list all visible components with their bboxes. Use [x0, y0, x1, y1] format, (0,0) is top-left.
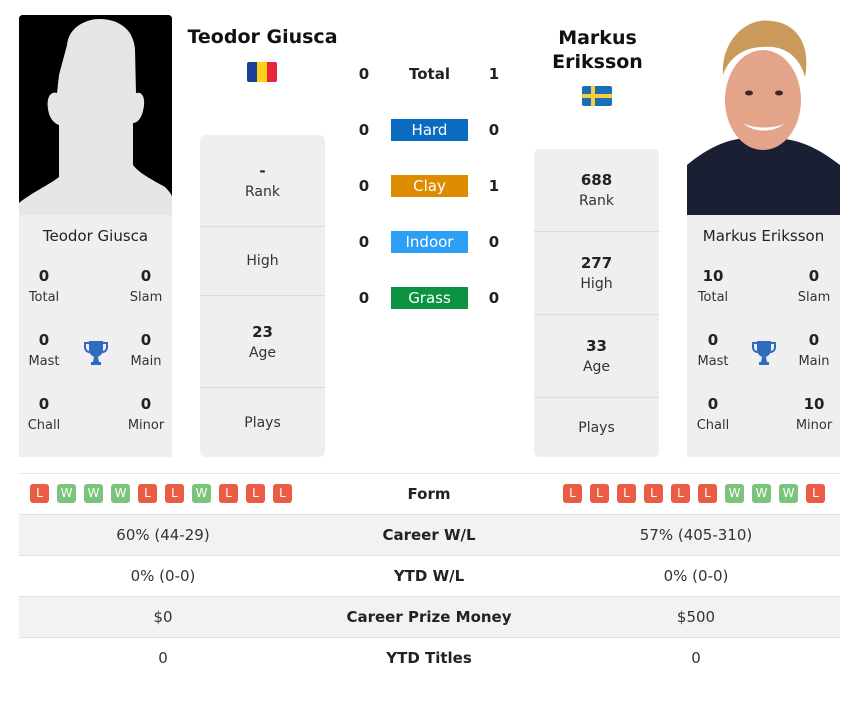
form-result-badge: L — [30, 484, 49, 503]
form-label: Form — [407, 485, 451, 503]
comparison-row-ytd-wl: 0% (0-0) YTD W/L 0% (0-0) — [19, 555, 840, 596]
rank-cell: 688 Rank — [534, 149, 659, 232]
surface-indoor-badge[interactable]: Indoor — [391, 231, 468, 253]
player-right-rank-box: 688 Rank 277 High 33 Age Plays — [534, 149, 659, 457]
age-cell: 23 Age — [200, 296, 325, 388]
titles-slam: 0 Slam — [797, 267, 831, 305]
form-result-badge: W — [57, 484, 76, 503]
form-result-badge: L — [671, 484, 690, 503]
form-result-badge: L — [698, 484, 717, 503]
form-result-badge: W — [779, 484, 798, 503]
comparison-row-career-wl: 60% (44-29) Career W/L 57% (405-310) — [19, 514, 840, 555]
titles-minor: 10 Minor — [795, 395, 833, 433]
form-result-badge: L — [590, 484, 609, 503]
form-result-badge: W — [84, 484, 103, 503]
flag-romania-icon — [247, 62, 277, 82]
trophy-icon — [751, 339, 777, 367]
form-result-badge: W — [725, 484, 744, 503]
player-left-card: Teodor Giusca 0 Total 0 Slam 0 Mast 0 Ma… — [19, 215, 172, 457]
form-result-badge: L — [246, 484, 265, 503]
titles-main: 0 Main — [130, 331, 162, 369]
titles-mast: 0 Mast — [697, 331, 729, 369]
titles-mast: 0 Mast — [28, 331, 60, 369]
comparison-row-prize-money: $0 Career Prize Money $500 — [19, 596, 840, 637]
age-cell: 33 Age — [534, 315, 659, 398]
form-result-badge: L — [219, 484, 238, 503]
h2h-hard-row: 0 Hard 0 — [358, 119, 500, 141]
form-result-badge: W — [192, 484, 211, 503]
player-left-rank-box: - Rank High 23 Age Plays — [200, 135, 325, 457]
comparison-row-ytd-titles: 0 YTD Titles 0 — [19, 637, 840, 678]
titles-chall: 0 Chall — [696, 395, 730, 433]
player-right-card: Markus Eriksson 10 Total 0 Slam 0 Mast 0… — [687, 215, 840, 457]
titles-slam: 0 Slam — [129, 267, 163, 305]
surface-hard-badge[interactable]: Hard — [391, 119, 468, 141]
form-result-badge: W — [752, 484, 771, 503]
titles-total: 10 Total — [697, 267, 729, 305]
trophy-icon — [83, 339, 109, 367]
form-result-badge: L — [138, 484, 157, 503]
h2h-total-row: 0 Total 1 — [358, 65, 500, 83]
plays-cell: Plays — [578, 419, 615, 436]
player-left-name: Teodor Giusca — [42, 227, 149, 245]
player-silhouette-icon — [19, 15, 172, 215]
surface-clay-badge[interactable]: Clay — [391, 175, 468, 197]
player-right-title[interactable]: Markus Eriksson — [530, 26, 665, 74]
surface-grass-badge[interactable]: Grass — [391, 287, 468, 309]
high-cell: High — [200, 227, 325, 296]
form-result-badge: W — [111, 484, 130, 503]
h2h-indoor-row: 0 Indoor 0 — [358, 231, 500, 253]
form-result-badge: L — [273, 484, 292, 503]
h2h-clay-row: 0 Clay 1 — [358, 175, 500, 197]
form-result-badge: L — [644, 484, 663, 503]
player-left-form: L W W W L L W L L L — [30, 484, 292, 503]
player-left-title[interactable]: Teodor Giusca — [180, 26, 345, 48]
form-result-badge: L — [617, 484, 636, 503]
titles-total: 0 Total — [28, 267, 60, 305]
form-result-badge: L — [563, 484, 582, 503]
flag-sweden-icon — [582, 86, 612, 106]
titles-main: 0 Main — [798, 331, 830, 369]
rank-cell: - Rank — [200, 135, 325, 227]
h2h-grass-row: 0 Grass 0 — [358, 287, 500, 309]
player-right-photo — [687, 15, 840, 215]
form-result-badge: L — [806, 484, 825, 503]
titles-minor: 0 Minor — [127, 395, 165, 433]
form-result-badge: L — [165, 484, 184, 503]
form-row: L W W W L L W L L L Form L L L L L L W W… — [19, 473, 840, 514]
titles-chall: 0 Chall — [27, 395, 61, 433]
high-cell: 277 High — [534, 232, 659, 315]
plays-cell: Plays — [244, 414, 281, 431]
player-right-form: L L L L L L W W W L — [563, 484, 825, 503]
player-right-name: Markus Eriksson — [702, 227, 825, 245]
player-left-photo — [19, 15, 172, 215]
